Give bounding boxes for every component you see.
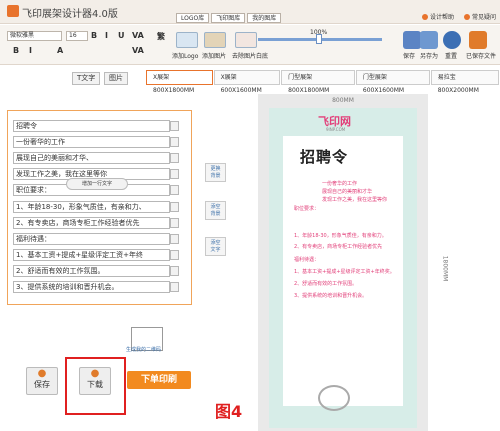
letter-spacing-button[interactable]: VA [132,31,144,40]
line-style-button[interactable] [170,233,179,244]
help-link[interactable]: 设计帮助 [421,12,454,21]
download-highlight [65,357,126,415]
saved-files-icon[interactable] [469,31,487,49]
poster-brand-url: 9INP.COM [326,127,346,132]
clear-text-button[interactable]: 添空 文字 [205,237,226,256]
size-rollup-800x2000[interactable]: 易拉宝800X2000MM [430,70,500,94]
size-tabs: X展架800X1800MM X展架600X1600MM 门型展架800X1800… [146,70,500,94]
figure-label: 图4 [215,402,243,421]
poster-text-line: 3、提供系统的培训和晋升机会。 [294,293,368,299]
clear-background-button[interactable]: 添空 背景 [205,201,226,220]
poster-title: 招聘令 [300,148,349,166]
save-label: 保存 [403,53,416,60]
poster-text-line: 2、有专卖店，商场专柜工作经验者优先 [294,244,383,250]
line-style-button[interactable] [170,121,179,131]
side-label: 背景 [210,173,221,179]
line-style-button[interactable] [170,282,179,292]
side-label: 背景 [210,211,221,217]
save-as-label: 另存为 [420,53,439,60]
line-style-button[interactable] [170,201,179,212]
save-button[interactable]: ● 保存 [26,367,58,395]
side-label: 更换 [210,166,221,172]
tab-feiyin-library[interactable]: 飞印图库 [211,13,246,23]
reset-label: 重置 [445,53,458,60]
line-style-button[interactable] [170,153,179,164]
poster-text-line: 1、基本工资+提成+星级评定工资+年终奖。 [294,269,395,275]
italic-button-2[interactable]: I [29,46,32,55]
tab-my-library[interactable]: 我的图库 [247,13,282,23]
remove-bg-label: 去除图片白底 [232,53,269,60]
poster-text-line: 2、舒适而有效的工作氛围。 [294,281,358,287]
width-ruler: 800MM [332,97,354,104]
add-line-button[interactable]: 增加一行文字 [66,178,128,190]
text-line-input[interactable]: 展现自己的美丽和才华、 [13,152,170,165]
remove-background-icon[interactable] [235,32,257,48]
line-style-button[interactable] [170,169,179,180]
help-icon [421,13,428,20]
poster-text-line: 1、年龄18-30，形象气质佳，有亲和力。 [294,233,387,239]
poster-text-line: 福利待遇： [294,257,320,263]
font-size-select[interactable]: 16 [66,31,88,41]
title-bar: 飞印展架设计器4.0版 LOGO库 飞印图库 我的图库 设计帮助 常见疑问 [0,0,500,24]
poster-text-line: 展现自己的美丽和才华 [322,189,373,195]
change-background-button[interactable]: 更换 背景 [205,163,226,182]
text-mode-button[interactable]: T文字 [72,72,101,85]
text-line-input[interactable]: 1、基本工资+提成+星级评定工资+年终 [13,248,170,261]
poster-text-line: 一份奢华的工作 [322,181,358,187]
size-door-600x1600[interactable]: 门型展架600X1600MM [355,70,430,94]
text-line-input[interactable]: 招聘令 [13,120,170,132]
color-button[interactable]: A [57,46,63,55]
add-logo-label: 添加Logo [172,53,199,60]
text-line-input[interactable]: 福利待遇： [13,232,170,245]
add-image-label: 添加图片 [202,53,227,60]
side-label: 添空 [210,204,221,210]
line-style-button[interactable] [170,217,179,228]
qr-caption: 生成我的二维码 [126,347,162,353]
line-style-button[interactable] [170,185,179,196]
app-title: 飞印展架设计器4.0版 [22,9,118,20]
traditional-button[interactable]: 繁 [157,31,165,42]
top-tabs: LOGO库 飞印图库 我的图库 [176,13,282,23]
text-line-input[interactable]: 1、年龄18-30，形象气质佳，有亲和力、 [13,200,170,213]
bold-button-2[interactable]: B [13,46,19,55]
saved-files-label: 已保存文件 [466,53,497,60]
text-line-input[interactable]: 一份奢华的工作 [13,136,170,149]
app-logo-icon [7,5,19,17]
bold-button[interactable]: B [91,31,97,40]
size-x-800x1800[interactable]: X展架800X1800MM [146,70,213,94]
line-style-button[interactable] [170,249,179,260]
size-x-600x1600[interactable]: X展架600X1600MM [213,70,281,94]
tab-logo-library[interactable]: LOGO库 [176,13,210,23]
text-line-input[interactable]: 2、舒适而有效的工作氛围。 [13,264,170,277]
save-label: 保存 [34,380,50,389]
text-line-input[interactable]: 3、提供系统的培训和晋升机会。 [13,281,170,293]
line-spacing-button[interactable]: VA [132,46,144,55]
poster-text-line: 发现工作之美，我在这里等你 [322,197,388,203]
ring-icon [318,385,350,411]
image-mode-button[interactable]: 图片 [104,72,128,85]
top-links: 设计帮助 常见疑问 [421,12,496,21]
text-line-input[interactable]: 2、有专卖店，商场专柜工作经验者优先 [13,216,170,229]
add-image-icon[interactable] [204,32,226,48]
reset-icon[interactable] [443,31,461,49]
faq-link[interactable]: 常见疑问 [463,12,496,21]
zoom-knob[interactable] [316,34,322,44]
save-icon[interactable] [403,31,421,49]
line-style-button[interactable] [170,265,179,276]
save-as-icon[interactable] [420,31,438,49]
add-logo-icon[interactable] [176,32,198,48]
underline-button[interactable]: U [118,31,125,40]
line-style-button[interactable] [170,137,179,148]
side-label: 添空 [210,240,221,246]
font-select[interactable]: 微软雅黑 [7,31,62,41]
order-print-button[interactable]: 下单印刷 [127,371,191,389]
size-door-800x1800[interactable]: 门型展架800X1800MM [281,70,355,94]
save-disk-icon: ● [37,368,47,379]
poster-text-line: 职位要求： [294,206,320,212]
side-label: 文字 [210,247,221,253]
faq-icon [463,13,470,20]
italic-button[interactable]: I [105,31,108,40]
height-ruler: 1800MM [441,255,449,282]
